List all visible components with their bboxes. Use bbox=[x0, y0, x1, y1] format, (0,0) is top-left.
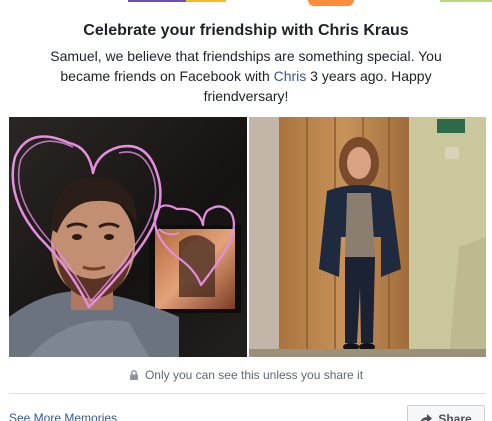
top-decoration bbox=[0, 0, 492, 8]
confetti-stripe bbox=[440, 0, 492, 2]
lock-icon bbox=[129, 370, 138, 380]
friend-photo-right[interactable] bbox=[249, 117, 486, 357]
confetti-stripe bbox=[308, 0, 354, 6]
share-button[interactable]: Share bbox=[407, 405, 485, 421]
confetti-stripe bbox=[128, 0, 186, 2]
memory-photos bbox=[9, 117, 486, 357]
photo-left-image bbox=[9, 117, 247, 357]
footer-divider bbox=[9, 393, 486, 394]
friend-link[interactable]: Chris bbox=[274, 68, 307, 84]
memory-header: Celebrate your friendship with Chris Kra… bbox=[30, 20, 462, 106]
confetti-stripe bbox=[186, 0, 226, 2]
photo-right-image bbox=[249, 117, 486, 357]
memory-title: Celebrate your friendship with Chris Kra… bbox=[83, 22, 409, 39]
see-more-memories-link[interactable]: See More Memories bbox=[9, 410, 117, 421]
share-label: Share bbox=[438, 412, 472, 421]
memory-message: Samuel, we believe that friendships are … bbox=[30, 46, 462, 106]
privacy-text: Only you can see this unless you share i… bbox=[144, 368, 364, 382]
share-arrow-icon bbox=[421, 414, 433, 421]
friend-photo-left[interactable] bbox=[9, 117, 247, 357]
privacy-notice: Only you can see this unless you share i… bbox=[0, 367, 492, 383]
